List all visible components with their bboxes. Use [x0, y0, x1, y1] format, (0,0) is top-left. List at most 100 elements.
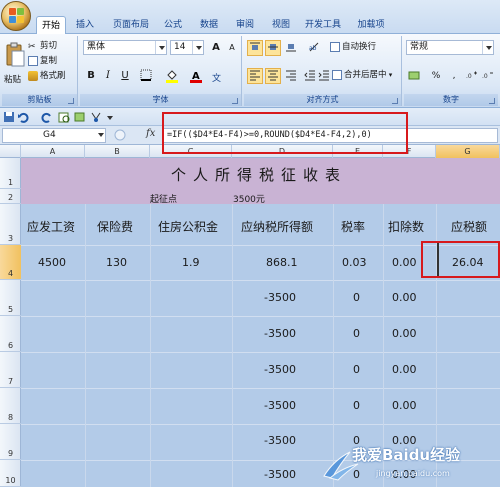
row-header[interactable]: 2	[0, 189, 21, 204]
print-preview-icon[interactable]	[58, 111, 70, 123]
font-color-button[interactable]: A	[188, 68, 204, 84]
cut-button[interactable]: ✂ 剪切	[28, 40, 57, 52]
row-header-selected[interactable]: 4	[0, 245, 21, 280]
font-size-select[interactable]: 14	[170, 40, 204, 55]
grow-font-button[interactable]: A	[208, 40, 224, 56]
worksheet-grid[interactable]: 个人所得税征收表 起征点 3500元 应发工资 保险费 住房公积金 应纳税所得额…	[21, 158, 500, 487]
tab-developer[interactable]: 开发工具	[302, 16, 344, 34]
decrease-decimal-icon: .0	[482, 72, 493, 80]
tab-addins[interactable]: 加载项	[353, 16, 389, 34]
tab-view[interactable]: 视图	[268, 16, 294, 34]
chevron-down-icon	[98, 133, 104, 140]
row-header[interactable]: 6	[0, 316, 21, 352]
orientation-button[interactable]: ab	[306, 40, 322, 56]
row-header[interactable]: 7	[0, 352, 21, 388]
decrease-indent-icon	[304, 70, 315, 81]
fill-color-button[interactable]	[164, 68, 180, 84]
alignment-dialog-launcher-icon[interactable]	[392, 98, 398, 104]
paste-button[interactable]: 粘贴	[4, 38, 26, 90]
data-cell[interactable]: -3500	[264, 291, 296, 304]
row-header[interactable]: 9	[0, 424, 21, 460]
row-header[interactable]: 5	[0, 280, 21, 316]
data-cell[interactable]: 1.9	[182, 256, 200, 269]
align-right-button[interactable]	[283, 68, 299, 84]
name-box[interactable]: G4	[2, 128, 106, 143]
bold-button[interactable]: B	[83, 68, 99, 84]
data-cell[interactable]: -3500	[264, 434, 296, 447]
number-dialog-launcher-icon[interactable]	[489, 98, 495, 104]
data-cell[interactable]: 0.00	[392, 327, 417, 340]
data-cell[interactable]: -3500	[264, 327, 296, 340]
align-bottom-button[interactable]	[283, 40, 299, 56]
data-cell[interactable]: 0.00	[392, 399, 417, 412]
increase-decimal-button[interactable]: .0	[464, 68, 480, 84]
decrease-decimal-button[interactable]: .0	[480, 68, 496, 84]
grid-line	[85, 204, 86, 487]
data-cell[interactable]: 0	[353, 363, 360, 376]
office-button[interactable]	[1, 1, 31, 31]
tab-insert[interactable]: 插入	[72, 16, 98, 34]
undo-icon[interactable]	[17, 111, 29, 123]
data-cell[interactable]: 130	[106, 256, 127, 269]
increase-indent-icon	[318, 70, 329, 81]
copy-icon	[28, 55, 38, 66]
data-cell[interactable]: 0	[353, 399, 360, 412]
sort-icon[interactable]	[90, 111, 102, 123]
row-header[interactable]: 1	[0, 158, 21, 189]
currency-format-button[interactable]	[406, 68, 422, 84]
tab-home[interactable]: 开始	[36, 16, 66, 34]
align-center-button[interactable]	[265, 68, 281, 84]
data-cell[interactable]: 0	[353, 291, 360, 304]
italic-button[interactable]: I	[100, 68, 116, 84]
comma-format-button[interactable]: ,	[446, 68, 462, 84]
phonetic-button[interactable]: 文	[210, 68, 226, 84]
data-cell[interactable]: 0.00	[392, 363, 417, 376]
format-painter-button[interactable]: 格式刷	[28, 70, 66, 82]
insert-function-button[interactable]: fx	[146, 128, 155, 139]
column-header[interactable]: B	[85, 145, 150, 158]
grid-line	[21, 316, 500, 317]
font-name-select[interactable]: 黑体	[83, 40, 167, 55]
data-cell[interactable]: 4500	[38, 256, 66, 269]
tab-page-layout[interactable]: 页面布局	[106, 16, 156, 34]
data-cell[interactable]: -3500	[264, 468, 296, 481]
data-cell[interactable]: 0.03	[342, 256, 367, 269]
data-cell[interactable]: 868.1	[266, 256, 298, 269]
redo-icon[interactable]	[41, 111, 53, 123]
align-middle-button[interactable]	[265, 40, 281, 56]
underline-button[interactable]: U	[117, 68, 133, 84]
data-cell[interactable]: 0	[353, 327, 360, 340]
font-group: 黑体 14 A A B I U A 文 字体	[80, 36, 242, 106]
svg-text:ab: ab	[309, 45, 317, 52]
column-header[interactable]: A	[21, 145, 85, 158]
row-header[interactable]: 8	[0, 388, 21, 424]
column-header-selected[interactable]: G	[436, 145, 500, 158]
tab-review[interactable]: 审阅	[232, 16, 258, 34]
borders-button[interactable]	[138, 68, 154, 84]
save-icon[interactable]	[3, 111, 15, 123]
increase-indent-button[interactable]	[316, 68, 332, 84]
shrink-font-button[interactable]: A	[224, 40, 240, 56]
clipboard-dialog-launcher-icon[interactable]	[68, 98, 74, 104]
wrap-text-button[interactable]: 自动换行	[330, 41, 376, 53]
merge-center-button[interactable]: 合并后居中 ▾	[332, 69, 392, 81]
spell-check-icon[interactable]	[74, 111, 86, 123]
percent-format-button[interactable]: %	[428, 68, 444, 84]
font-dialog-launcher-icon[interactable]	[232, 98, 238, 104]
row-header[interactable]: 10	[0, 460, 21, 487]
tab-formulas[interactable]: 公式	[160, 16, 186, 34]
align-top-button[interactable]	[247, 40, 263, 56]
data-cell[interactable]: 0.00	[392, 291, 417, 304]
tab-data[interactable]: 数据	[196, 16, 222, 34]
sheet-title: 个人所得税征收表	[171, 166, 348, 184]
data-cell[interactable]: -3500	[264, 399, 296, 412]
number-format-select[interactable]: 常规	[406, 40, 494, 55]
data-cell[interactable]: -3500	[264, 363, 296, 376]
customize-toolbar-icon[interactable]	[104, 111, 116, 123]
data-cell[interactable]: 0.00	[392, 256, 417, 269]
align-left-button[interactable]	[247, 68, 263, 84]
row-header[interactable]: 3	[0, 204, 21, 245]
separator-grip-icon[interactable]	[114, 129, 126, 142]
copy-button[interactable]: 复制	[28, 55, 57, 67]
select-all-corner[interactable]	[0, 145, 21, 158]
